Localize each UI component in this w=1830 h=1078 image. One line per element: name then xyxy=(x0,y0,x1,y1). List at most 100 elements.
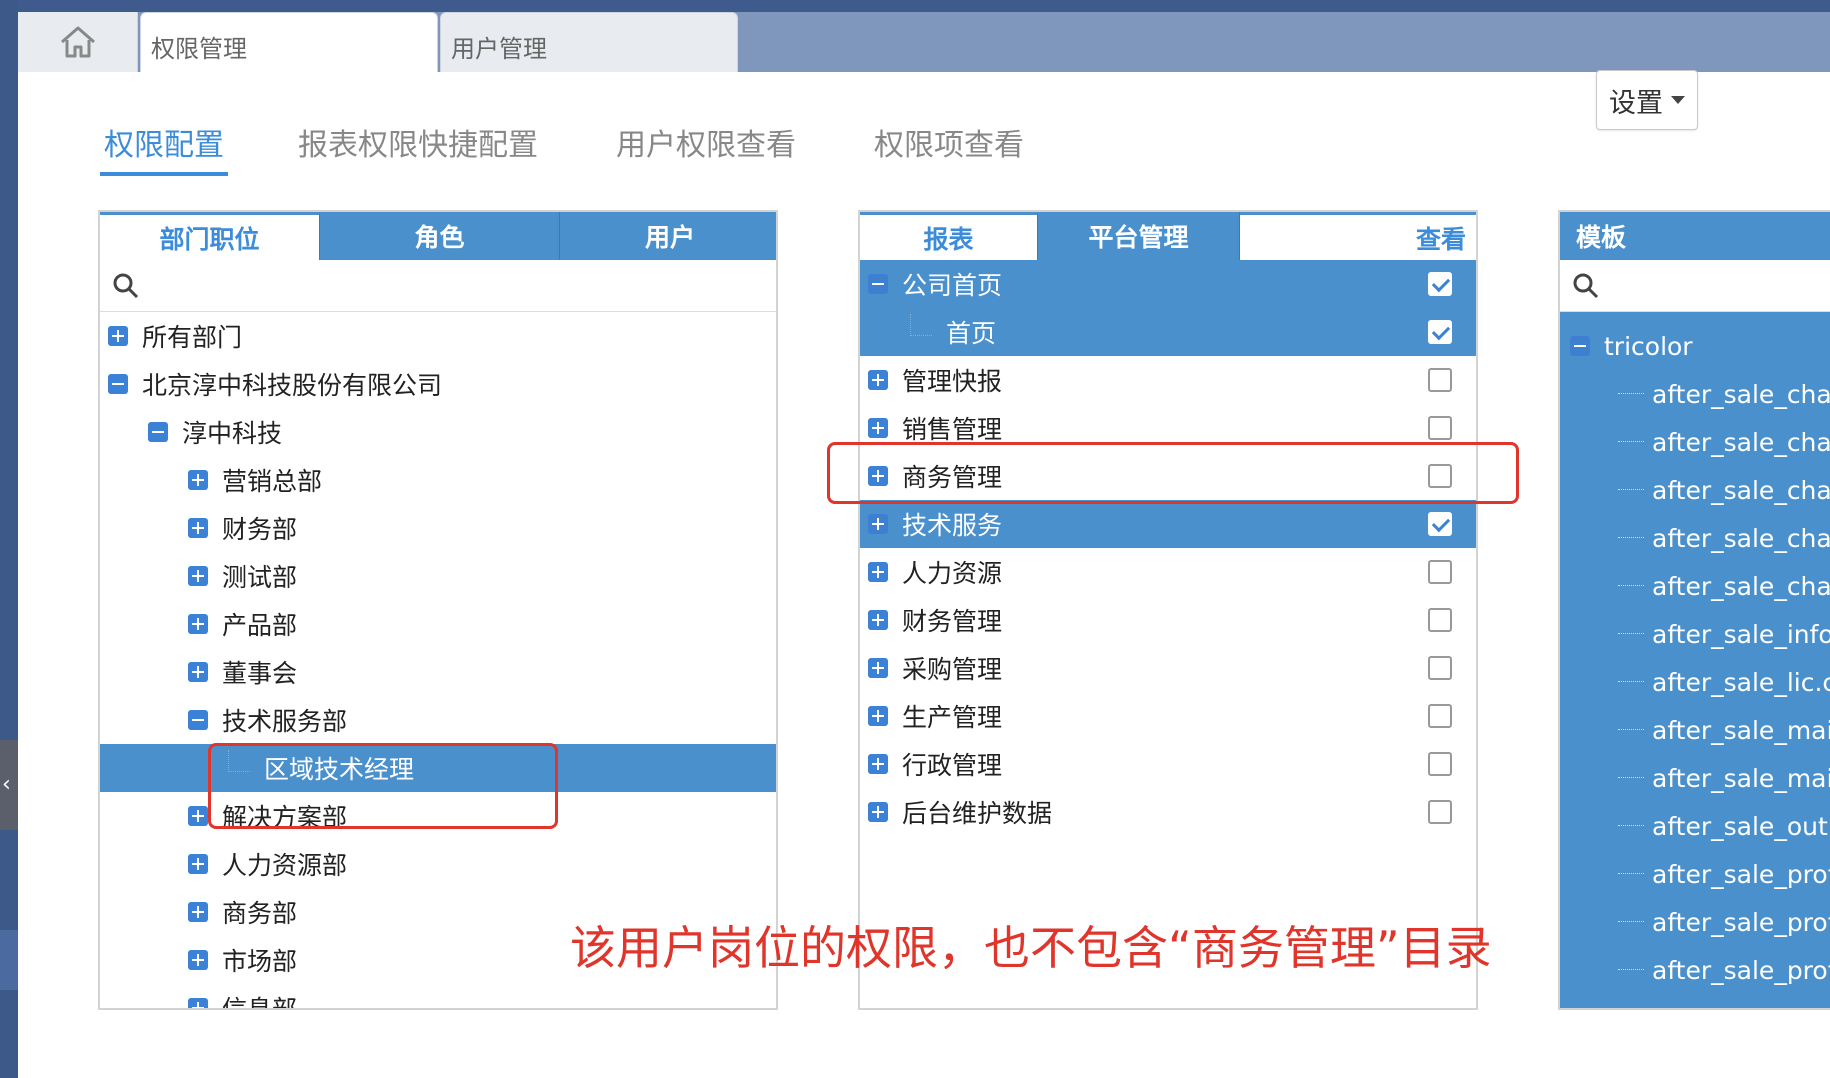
view-checkbox[interactable] xyxy=(1428,416,1452,440)
tree-item[interactable]: 产品部 xyxy=(100,600,776,648)
report-item[interactable]: 管理快报 xyxy=(860,356,1476,404)
template-search[interactable] xyxy=(1560,260,1830,312)
report-item[interactable]: 后台维护数据 xyxy=(860,788,1476,836)
home-tab[interactable] xyxy=(18,12,138,72)
tree-item[interactable]: 淳中科技 xyxy=(100,408,776,456)
expand-icon[interactable] xyxy=(868,754,888,774)
tree-item-label: 人力资源部 xyxy=(222,851,348,880)
tree-item[interactable]: 北京淳中科技股份有限公司 xyxy=(100,360,776,408)
template-item[interactable]: after_sale_charg xyxy=(1560,418,1830,466)
expand-icon[interactable] xyxy=(868,514,888,534)
template-item[interactable]: after_sale_out.c xyxy=(1560,802,1830,850)
collapse-icon[interactable] xyxy=(1570,336,1590,356)
report-item[interactable]: 财务管理 xyxy=(860,596,1476,644)
template-item[interactable]: after_sale_info_ xyxy=(1560,610,1830,658)
view-checkbox[interactable] xyxy=(1428,800,1452,824)
view-checkbox[interactable] xyxy=(1428,752,1452,776)
view-checkbox[interactable] xyxy=(1428,368,1452,392)
template-item[interactable]: after_sale_charg xyxy=(1560,370,1830,418)
report-item[interactable]: 首页 xyxy=(860,308,1476,356)
tree-item[interactable]: 财务部 xyxy=(100,504,776,552)
report-item[interactable]: 技术服务 xyxy=(860,500,1476,548)
expand-icon[interactable] xyxy=(868,802,888,822)
report-item[interactable]: 行政管理 xyxy=(860,740,1476,788)
tab-permission-config[interactable]: 权限配置 xyxy=(100,120,228,176)
chevron-left-icon[interactable]: ‹ xyxy=(2,772,11,797)
template-item-label: after_sale_proto xyxy=(1652,859,1830,889)
tab-platform-management[interactable]: 平台管理 xyxy=(1038,212,1240,260)
settings-button[interactable]: 设置 xyxy=(1596,70,1698,130)
top-tab-user[interactable]: 用户管理 xyxy=(440,12,738,72)
view-checkbox[interactable] xyxy=(1428,560,1452,584)
expand-icon[interactable] xyxy=(188,854,208,874)
tree-connector xyxy=(1618,585,1644,587)
collapse-icon[interactable] xyxy=(148,422,168,442)
expand-icon[interactable] xyxy=(868,706,888,726)
expand-icon[interactable] xyxy=(188,614,208,634)
top-tab-permission[interactable]: 权限管理 xyxy=(140,12,438,72)
tab-role[interactable]: 角色 xyxy=(320,212,560,260)
template-item[interactable]: after_sale_maint xyxy=(1560,706,1830,754)
report-item[interactable]: 人力资源 xyxy=(860,548,1476,596)
view-checkbox[interactable] xyxy=(1428,512,1452,536)
tab-permission-item-view[interactable]: 权限项查看 xyxy=(874,120,1024,176)
report-item[interactable]: 公司首页 xyxy=(860,260,1476,308)
tree-item[interactable]: 信息部 xyxy=(100,984,776,1008)
collapse-icon[interactable] xyxy=(108,374,128,394)
tree-connector xyxy=(1618,969,1644,971)
collapse-icon[interactable] xyxy=(188,710,208,730)
template-item[interactable]: after_sale_charg xyxy=(1560,562,1830,610)
view-checkbox[interactable] xyxy=(1428,272,1452,296)
template-item[interactable]: after_sale_proto xyxy=(1560,850,1830,898)
tree-item[interactable]: 技术服务部 xyxy=(100,696,776,744)
expand-icon[interactable] xyxy=(868,658,888,678)
tree-item-label: 营销总部 xyxy=(222,467,323,496)
expand-icon[interactable] xyxy=(868,418,888,438)
tree-item-label: 所有部门 xyxy=(142,323,243,352)
view-checkbox[interactable] xyxy=(1428,656,1452,680)
tree-item[interactable]: 人力资源部 xyxy=(100,840,776,888)
report-item[interactable]: 采购管理 xyxy=(860,644,1476,692)
expand-icon[interactable] xyxy=(188,998,208,1008)
template-item-label: after_sale_proto xyxy=(1652,1004,1830,1009)
view-checkbox[interactable] xyxy=(1428,320,1452,344)
expand-icon[interactable] xyxy=(868,610,888,630)
tree-item[interactable]: 所有部门 xyxy=(100,312,776,360)
collapse-icon[interactable] xyxy=(868,274,888,294)
tree-connector xyxy=(1618,681,1644,683)
template-root[interactable]: tricolor xyxy=(1560,322,1693,370)
template-item-label: after_sale_charg xyxy=(1652,475,1830,505)
expand-icon[interactable] xyxy=(188,806,208,826)
view-checkbox[interactable] xyxy=(1428,704,1452,728)
tree-item[interactable]: 测试部 xyxy=(100,552,776,600)
expand-icon[interactable] xyxy=(188,470,208,490)
tab-user[interactable]: 用户 xyxy=(560,212,776,260)
tree-item[interactable]: 董事会 xyxy=(100,648,776,696)
expand-icon[interactable] xyxy=(868,562,888,582)
template-item[interactable]: after_sale_maint xyxy=(1560,754,1830,802)
tree-connector xyxy=(1618,873,1644,875)
tab-report-quick-config[interactable]: 报表权限快捷配置 xyxy=(298,120,538,176)
template-item[interactable]: after_sale_charg xyxy=(1560,514,1830,562)
expand-icon[interactable] xyxy=(188,662,208,682)
template-item[interactable]: after_sale_proto xyxy=(1560,898,1830,946)
tree-item[interactable]: 营销总部 xyxy=(100,456,776,504)
tab-user-permission-view[interactable]: 用户权限查看 xyxy=(616,120,796,176)
template-item[interactable]: after_sale_proto xyxy=(1560,946,1830,994)
report-item[interactable]: 生产管理 xyxy=(860,692,1476,740)
tree-item-label: 产品部 xyxy=(222,611,298,640)
tab-report[interactable]: 报表 xyxy=(860,212,1038,260)
expand-icon[interactable] xyxy=(188,566,208,586)
template-item[interactable]: after_sale_lic.cp xyxy=(1560,658,1830,706)
expand-icon[interactable] xyxy=(108,326,128,346)
expand-icon[interactable] xyxy=(188,902,208,922)
tab-department-position[interactable]: 部门职位 xyxy=(100,212,320,260)
template-item[interactable]: after_sale_proto xyxy=(1560,994,1830,1009)
department-search[interactable] xyxy=(100,260,776,312)
expand-icon[interactable] xyxy=(868,370,888,390)
tree-connector xyxy=(1618,393,1644,395)
expand-icon[interactable] xyxy=(188,950,208,970)
template-item[interactable]: after_sale_charg xyxy=(1560,466,1830,514)
view-checkbox[interactable] xyxy=(1428,608,1452,632)
expand-icon[interactable] xyxy=(188,518,208,538)
